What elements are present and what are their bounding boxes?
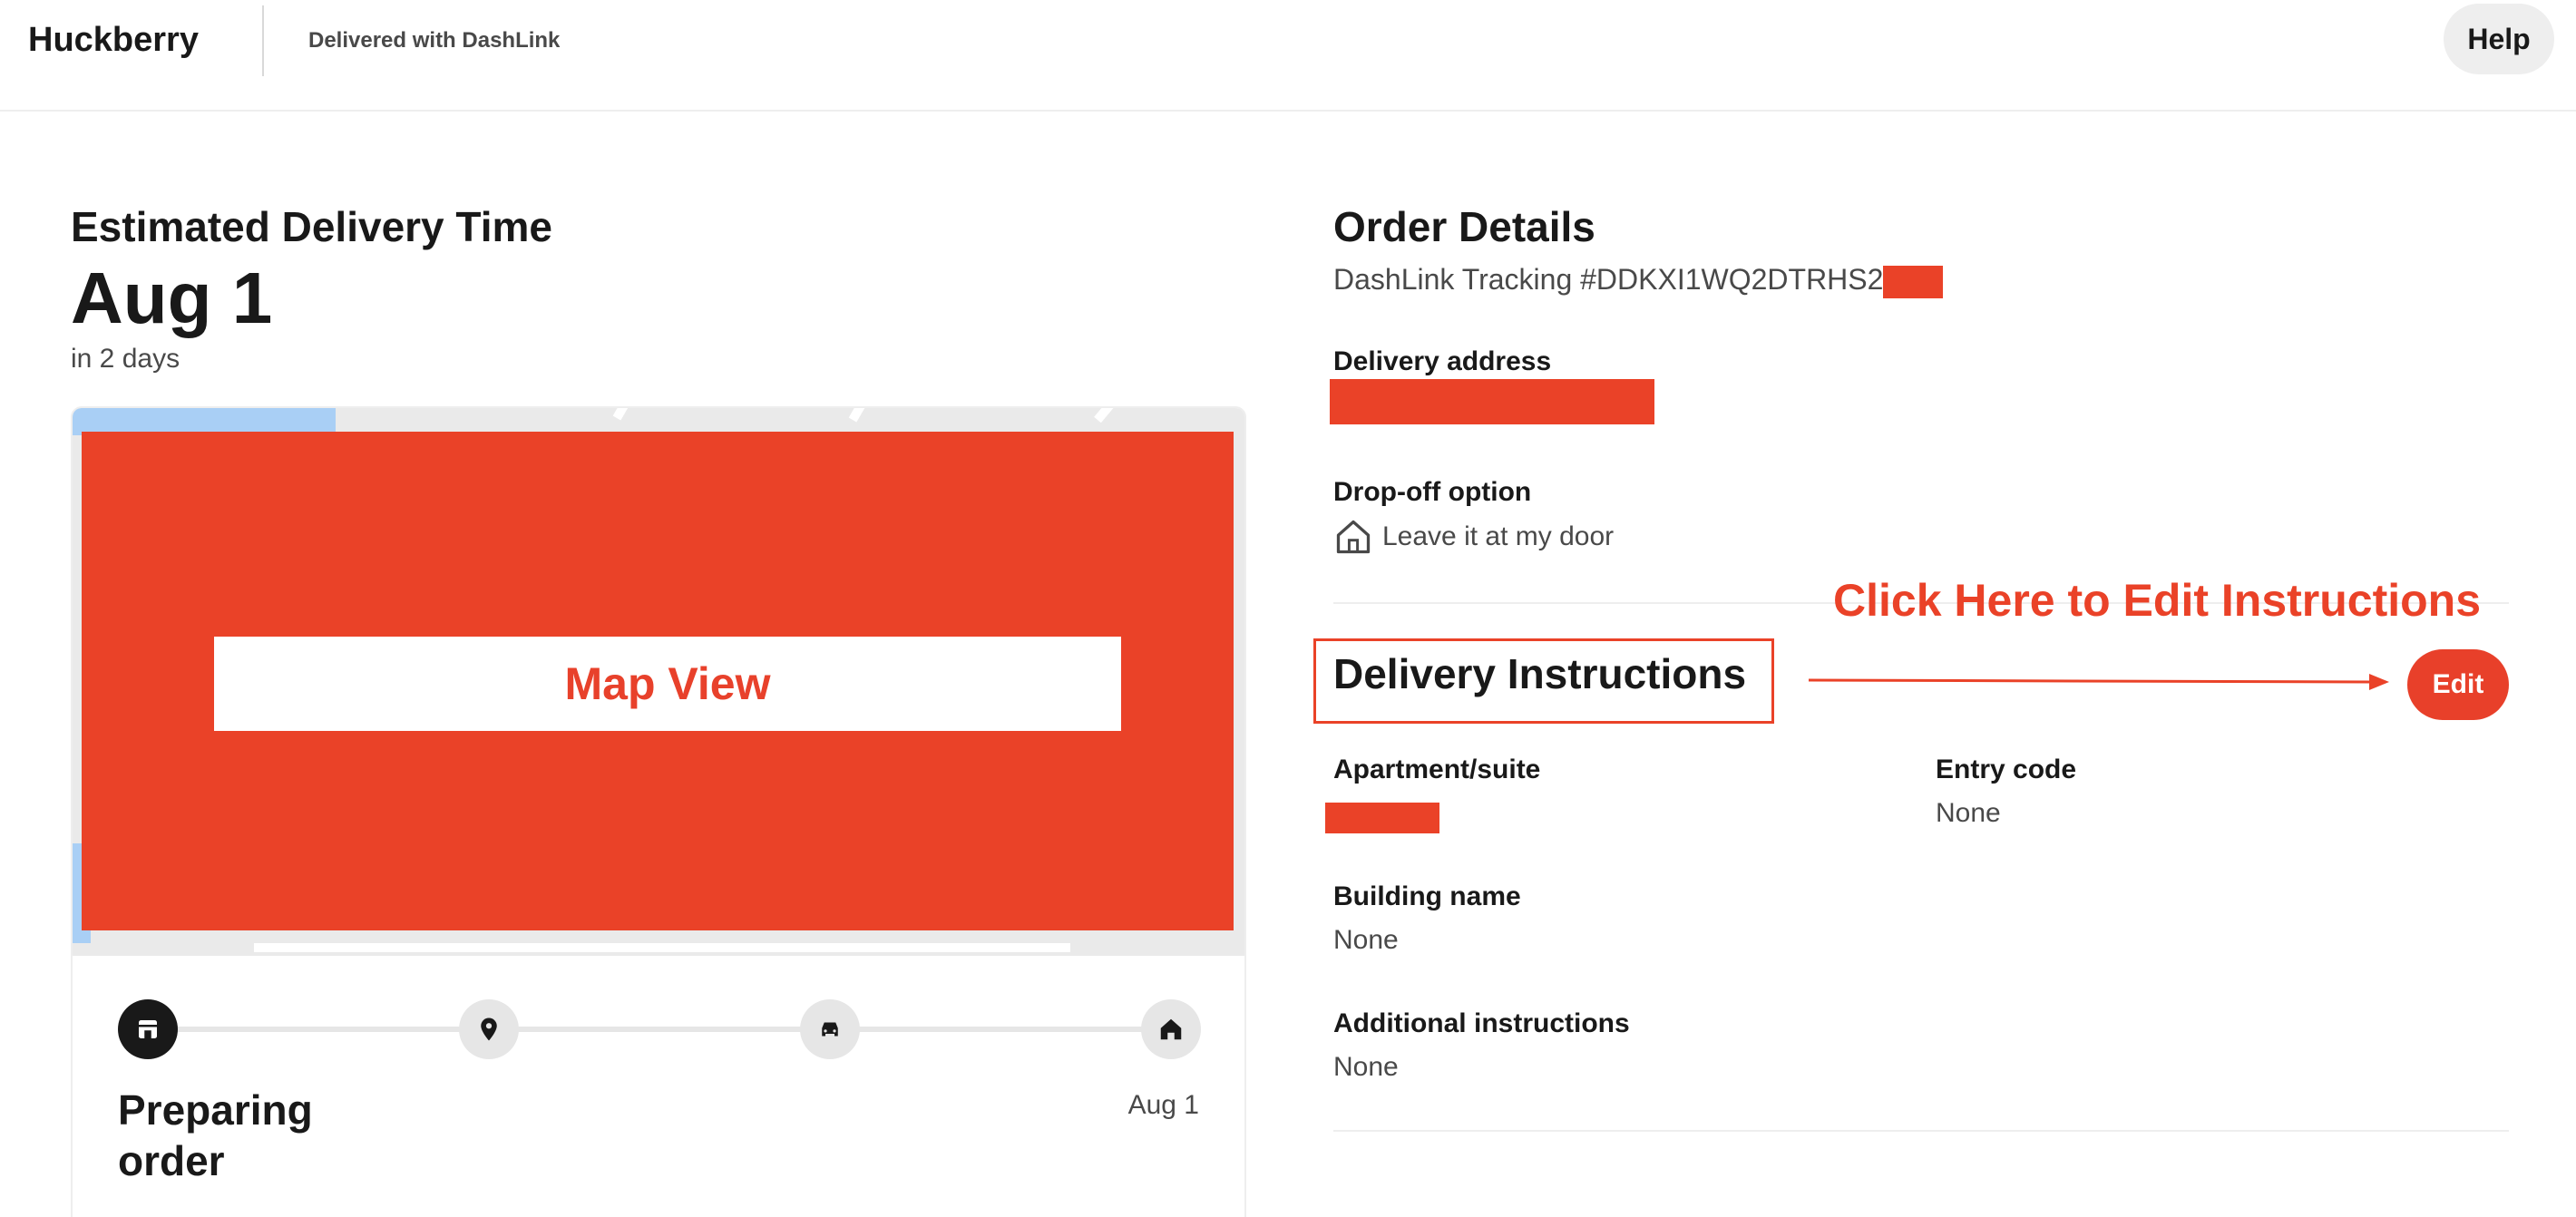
door-house-icon — [1336, 520, 1371, 554]
dropoff-option-value: Leave it at my door — [1333, 517, 1614, 557]
map-street — [612, 408, 649, 421]
map-label: Map View — [564, 658, 771, 709]
map-street — [1094, 408, 1137, 424]
section-divider — [1333, 1130, 2509, 1132]
delivery-status-date: Aug 1 — [1127, 1090, 1199, 1120]
map-redaction-overlay: Map View — [82, 432, 1234, 930]
map-view[interactable]: Map View — [73, 408, 1244, 956]
delivery-address-redaction — [1330, 379, 1654, 424]
additional-instructions-label: Additional instructions — [1333, 1008, 1630, 1038]
map-street — [848, 408, 884, 423]
dropoff-option-label: Drop-off option — [1333, 477, 1532, 507]
step-pickup — [459, 999, 519, 1059]
delivery-status-title: Preparing order — [118, 1086, 313, 1184]
delivered-with-label: Delivered with DashLink — [308, 28, 561, 53]
map-label-box: Map View — [214, 637, 1121, 731]
apartment-suite-redaction — [1325, 803, 1439, 833]
annotation-arrow-icon — [1809, 674, 2389, 690]
delivery-instructions-title: Delivery Instructions — [1333, 650, 1747, 697]
store-icon — [139, 1020, 157, 1038]
edit-instructions-button[interactable]: Edit — [2407, 649, 2509, 720]
home-icon — [1160, 1018, 1182, 1040]
estimated-delivery-date: Aug 1 — [71, 258, 273, 338]
building-name-label: Building name — [1333, 881, 1521, 911]
step-en-route — [800, 999, 860, 1059]
annotation-text: Click Here to Edit Instructions — [1833, 575, 2482, 626]
car-icon — [822, 1022, 838, 1037]
order-details-title: Order Details — [1333, 203, 1595, 250]
additional-instructions-value: None — [1333, 1052, 1399, 1082]
step-delivered — [1141, 999, 1201, 1059]
location-pin-icon — [481, 1017, 497, 1041]
tracking-card: Map View Preparing order Aug 1 — [71, 406, 1246, 1217]
building-name-value: None — [1333, 925, 1399, 955]
header-divider — [262, 5, 264, 76]
top-header: Huckberry Delivered with DashLink Help — [0, 0, 2576, 112]
entry-code-label: Entry code — [1936, 755, 2077, 784]
dropoff-option-text: Leave it at my door — [1382, 521, 1615, 551]
apartment-suite-label: Apartment/suite — [1333, 755, 1541, 784]
redaction — [1883, 265, 1944, 298]
tracking-number: DashLink Tracking #DDKXI1WQ2DTRHS2 — [1333, 261, 1944, 298]
brand-logo[interactable]: Huckberry — [28, 18, 199, 62]
estimated-delivery-title: Estimated Delivery Time — [71, 203, 552, 250]
entry-code-value: None — [1936, 798, 2001, 828]
delivery-address-label: Delivery address — [1333, 346, 1552, 376]
map-street — [254, 943, 1070, 952]
estimated-delivery-relative: in 2 days — [71, 344, 181, 374]
tracking-number-text: DashLink Tracking #DDKXI1WQ2DTRHS2 — [1333, 263, 1884, 296]
step-store — [118, 999, 178, 1059]
help-button[interactable]: Help — [2444, 4, 2554, 74]
progress-track — [172, 1027, 1170, 1032]
